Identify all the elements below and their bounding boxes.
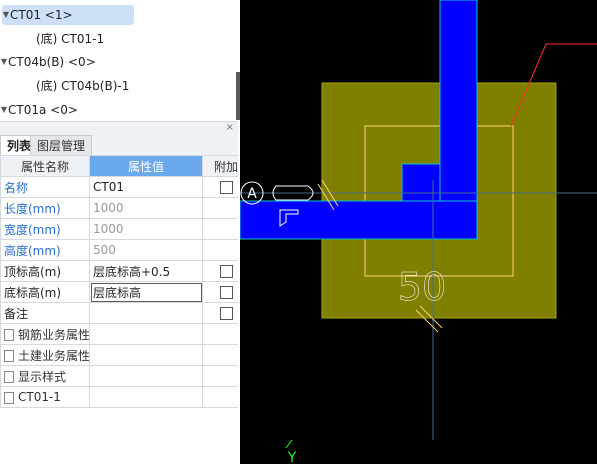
- property-name: 顶标高(m): [0, 260, 90, 282]
- add-checkbox-cell: [202, 197, 238, 219]
- property-value[interactable]: 500: [89, 239, 203, 261]
- property-value[interactable]: [89, 302, 203, 324]
- property-row[interactable]: 备注: [0, 302, 238, 324]
- property-name: 宽度(mm): [0, 218, 90, 240]
- property-name: 备注: [0, 302, 90, 324]
- beam-horizontal[interactable]: [239, 200, 478, 240]
- expand-caret-icon[interactable]: ▼: [0, 100, 8, 120]
- add-checkbox[interactable]: [219, 286, 233, 299]
- property-value[interactable]: 1000: [89, 218, 203, 240]
- property-group-row[interactable]: 显示样式: [0, 365, 238, 387]
- add-checkbox-cell: [202, 218, 238, 240]
- expand-box-icon[interactable]: [4, 371, 14, 383]
- add-checkbox[interactable]: [219, 265, 233, 278]
- property-row[interactable]: 底标高(m) 层底标高: [0, 281, 238, 303]
- tree-item-label: CT01 <1>: [10, 8, 73, 22]
- tree-item-ct04b[interactable]: ▼ CT04b(B) <0>: [0, 52, 140, 72]
- y-axis-label: Y: [287, 450, 297, 464]
- column-header-add[interactable]: 附加: [202, 155, 238, 177]
- property-subitem-row[interactable]: CT01-1: [0, 386, 238, 408]
- property-value[interactable]: 层底标高+0.5: [89, 260, 203, 282]
- expand-box-icon[interactable]: [4, 350, 14, 362]
- property-group-row[interactable]: 钢筋业务属性: [0, 323, 238, 345]
- expand-box-icon[interactable]: [4, 329, 14, 341]
- property-row[interactable]: 顶标高(m) 层底标高+0.5: [0, 260, 238, 282]
- tree-item-label: (底) CT04b(B)-1: [36, 79, 130, 93]
- expand-caret-icon[interactable]: ▼: [0, 52, 8, 72]
- tree-item-label: (底) CT01-1: [36, 32, 105, 46]
- tree-item-label: CT04b(B) <0>: [8, 55, 96, 69]
- axis-label-a: A: [247, 186, 257, 202]
- property-value[interactable]: CT01: [89, 176, 203, 198]
- property-value-editing[interactable]: 层底标高: [89, 281, 203, 303]
- tree-item-ct01[interactable]: ▼ CT01 <1>: [2, 5, 134, 25]
- tab-layer-management[interactable]: 图层管理: [30, 135, 93, 156]
- component-tree: ▼ CT01 <1> (底) CT01-1 ▼ CT04b(B) <0> (底)…: [0, 0, 238, 118]
- group-label: 钢筋业务属性: [18, 327, 90, 342]
- property-tabs: × 列表 图层管理: [0, 121, 238, 156]
- add-checkbox-cell: [202, 239, 238, 261]
- tree-item-ct01-1[interactable]: (底) CT01-1: [0, 29, 140, 49]
- property-group-row[interactable]: 土建业务属性: [0, 344, 238, 366]
- property-row[interactable]: 名称 CT01: [0, 176, 238, 198]
- group-name-cell: 土建业务属性: [0, 344, 90, 366]
- tree-item-ct01a[interactable]: ▼ CT01a <0>: [0, 100, 140, 120]
- add-checkbox-cell: [202, 176, 238, 198]
- property-row[interactable]: 长度(mm) 1000: [0, 197, 238, 219]
- sub-item-label: CT01-1: [18, 390, 61, 404]
- expand-box-icon[interactable]: [4, 391, 14, 404]
- cad-drawing-canvas[interactable]: A 50 Y: [239, 0, 597, 466]
- property-name: 底标高(m): [0, 281, 90, 303]
- add-checkbox-cell: [202, 302, 238, 324]
- dimension-text: 50: [398, 265, 446, 309]
- property-name: 长度(mm): [0, 197, 90, 219]
- sub-item-name-cell: CT01-1: [0, 386, 90, 408]
- tree-item-ct04b-1[interactable]: (底) CT04b(B)-1: [0, 76, 160, 96]
- property-row[interactable]: 高度(mm) 500: [0, 239, 238, 261]
- properties-panel: ▼ CT01 <1> (底) CT01-1 ▼ CT04b(B) <0> (底)…: [0, 0, 238, 464]
- group-name-cell: 钢筋业务属性: [0, 323, 90, 345]
- close-icon[interactable]: ×: [226, 122, 234, 134]
- property-value[interactable]: 1000: [89, 197, 203, 219]
- tree-item-label: CT01a <0>: [8, 103, 78, 117]
- property-name: 高度(mm): [0, 239, 90, 261]
- column-header-name[interactable]: 属性名称: [0, 155, 90, 177]
- add-checkbox[interactable]: [219, 181, 233, 194]
- expand-caret-icon[interactable]: ▼: [2, 5, 10, 25]
- property-grid: 属性名称 属性值 附加 名称 CT01 长度(mm) 1000 宽度(mm) 1…: [0, 155, 238, 408]
- add-checkbox-cell: [202, 281, 238, 303]
- column-header-value[interactable]: 属性值: [89, 155, 203, 177]
- group-label: 显示样式: [18, 369, 67, 384]
- property-row[interactable]: 宽度(mm) 1000: [0, 218, 238, 240]
- group-label: 土建业务属性: [18, 348, 90, 363]
- property-name: 名称: [0, 176, 90, 198]
- add-checkbox[interactable]: [219, 307, 233, 320]
- add-checkbox-cell: [202, 260, 238, 282]
- cad-drawing: A 50 Y: [239, 0, 597, 466]
- column-core[interactable]: [401, 163, 441, 202]
- group-name-cell: 显示样式: [0, 365, 90, 387]
